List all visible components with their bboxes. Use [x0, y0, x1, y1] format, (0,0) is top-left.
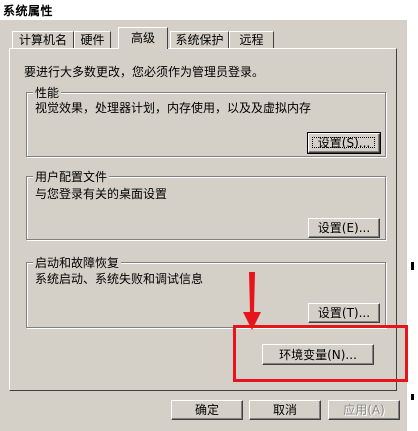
apply-button[interactable]: 应用(A)	[328, 400, 400, 420]
startup-recovery-group-title: 启动和故障恢复	[33, 254, 122, 271]
user-profile-group-title: 用户配置文件	[33, 168, 110, 185]
startup-recovery-group: 启动和故障恢复 系统启动、系统失败和调试信息 设置(T)...	[26, 254, 386, 328]
startup-recovery-settings-button[interactable]: 设置(T)...	[308, 303, 380, 323]
performance-description: 视觉效果，处理器计划，内存使用，以及及虚拟内存	[35, 101, 312, 115]
user-profile-description: 与您登录有关的桌面设置	[35, 187, 168, 201]
user-profile-group: 用户配置文件 与您登录有关的桌面设置 设置(E)...	[26, 168, 386, 240]
edge-artifact	[411, 262, 414, 270]
tab-computer-name[interactable]: 计算机名	[12, 31, 74, 48]
user-profile-settings-button[interactable]: 设置(E)...	[308, 218, 380, 238]
red-arrow-annotation	[243, 272, 261, 330]
tab-system-protection[interactable]: 系统保护	[170, 31, 229, 48]
performance-group: 性能 视觉效果，处理器计划，内存使用，以及及虚拟内存 设置(S)...	[26, 84, 386, 157]
tab-hardware[interactable]: 硬件	[74, 31, 111, 48]
ok-button[interactable]: 确定	[171, 400, 243, 420]
performance-settings-button[interactable]: 设置(S)...	[307, 132, 381, 154]
edge-artifact	[411, 394, 414, 400]
title-bar: 系统属性	[0, 0, 407, 20]
window-title: 系统属性	[3, 4, 54, 18]
red-highlight-box	[233, 325, 408, 382]
cancel-button[interactable]: 取消	[249, 400, 321, 420]
startup-recovery-description: 系统启动、系统失败和调试信息	[35, 272, 204, 286]
admin-login-note: 要进行大多数更改，您必须作为管理员登录。	[24, 65, 265, 79]
tab-remote[interactable]: 远程	[229, 31, 274, 48]
tab-advanced[interactable]: 高级	[118, 27, 168, 49]
